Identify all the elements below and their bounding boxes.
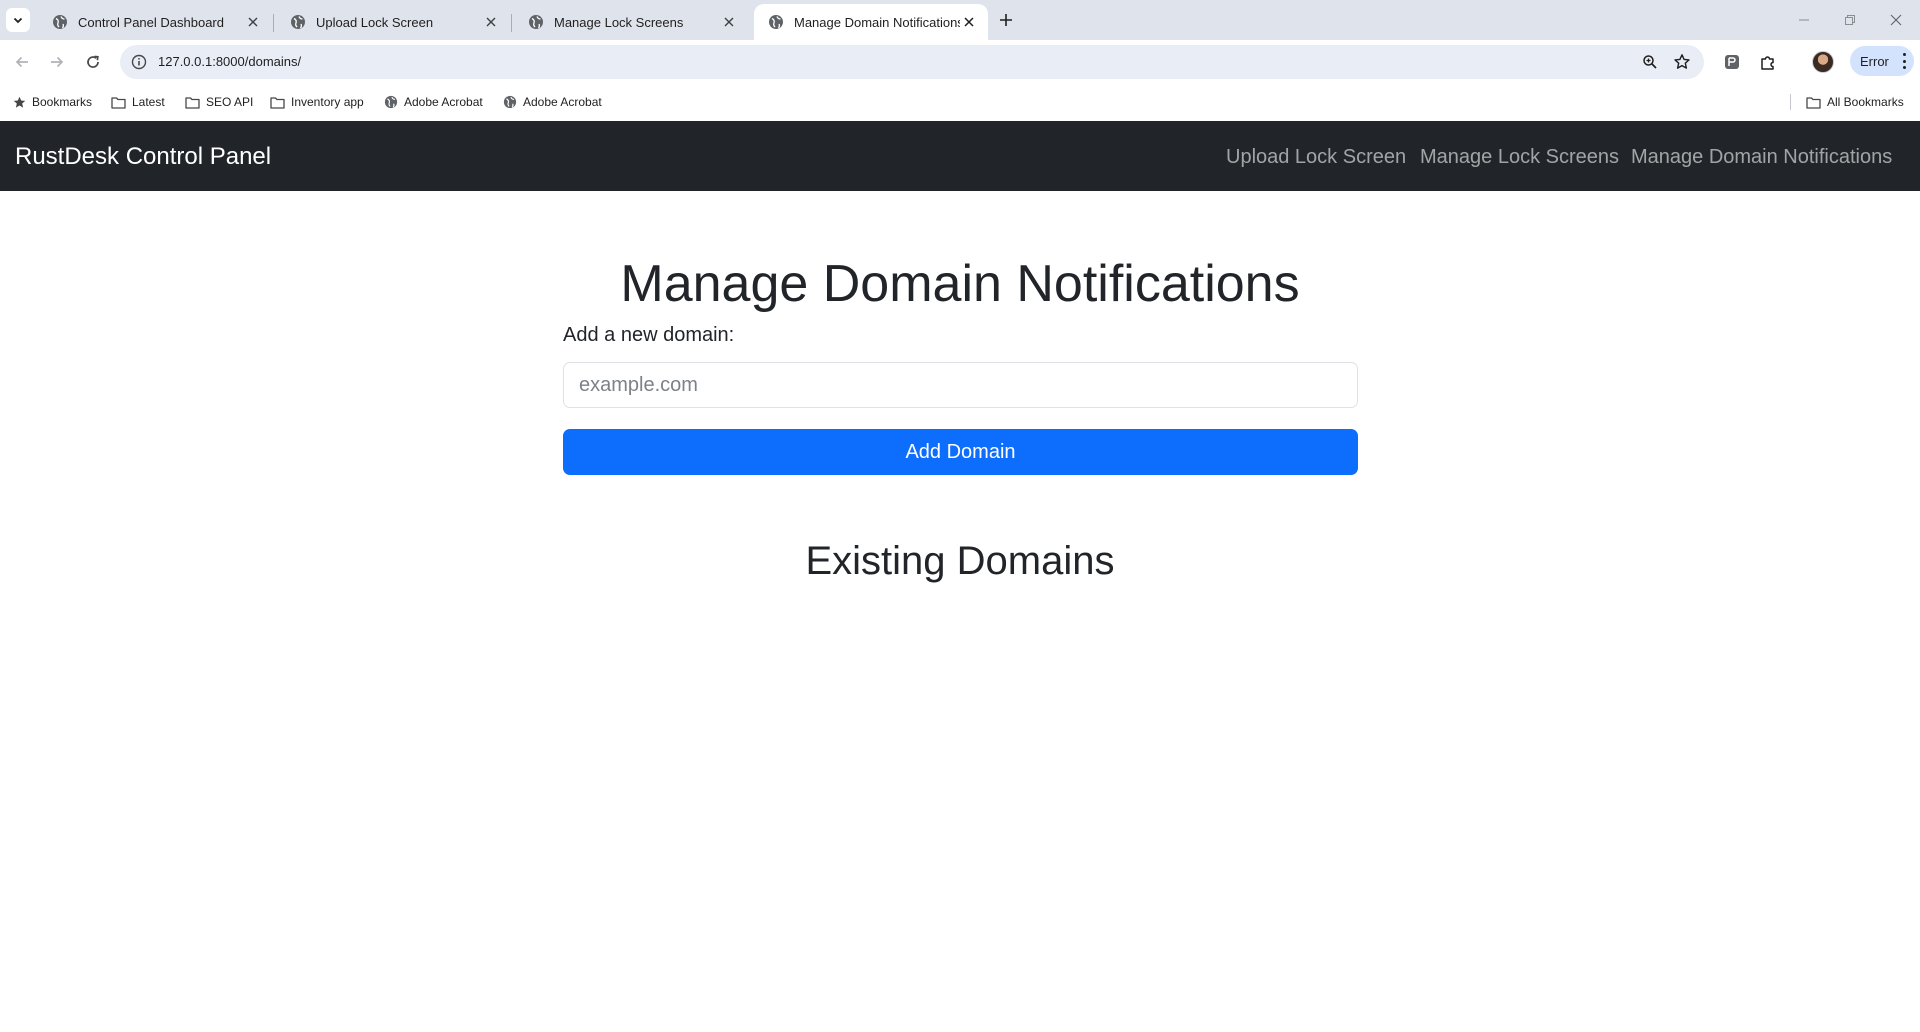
site-info-icon[interactable] [130, 53, 148, 71]
brand-link[interactable]: RustDesk Control Panel [15, 143, 271, 171]
bookmark-label: Latest [132, 95, 165, 109]
minimize-window-button[interactable] [1786, 0, 1822, 40]
browser-tab-manage-domain-notifications[interactable]: Manage Domain Notifications [754, 4, 988, 40]
close-tab-icon[interactable] [720, 13, 738, 31]
add-domain-label: Add a new domain: [563, 324, 735, 346]
folder-icon [185, 96, 200, 109]
close-tab-icon[interactable] [960, 13, 978, 31]
restore-window-button[interactable] [1832, 0, 1868, 40]
globe-icon [769, 15, 783, 29]
tab-divider [273, 14, 274, 32]
new-tab-button[interactable] [992, 8, 1020, 32]
minimize-icon [1799, 19, 1809, 21]
page-title: Manage Domain Notifications [620, 255, 1300, 313]
tab-divider [511, 14, 512, 32]
nav-link-manage-domain-notifications[interactable]: Manage Domain Notifications [1631, 146, 1892, 169]
reload-icon [87, 55, 99, 68]
more-vert-icon [1902, 53, 1906, 69]
browser-toolbar: 127.0.0.1:8000/domains/ Error [0, 40, 1920, 84]
profile-error-menu-button[interactable]: Error [1850, 46, 1914, 76]
extensions-puzzle-icon[interactable] [1756, 50, 1780, 74]
nav-link-upload-lock-screen[interactable]: Upload Lock Screen [1226, 146, 1406, 169]
bookmark-label: Adobe Acrobat [404, 95, 483, 109]
bookmark-item[interactable]: Bookmarks [13, 93, 92, 111]
profile-avatar[interactable] [1812, 51, 1834, 73]
globe-icon [53, 15, 67, 29]
bookmark-item[interactable]: Adobe Acrobat [503, 93, 602, 111]
bookmark-label: SEO API [206, 95, 254, 109]
all-bookmarks-folder[interactable]: All Bookmarks [1806, 93, 1904, 111]
folder-icon [111, 96, 126, 109]
bookmark-folder[interactable]: Inventory app [270, 93, 364, 111]
domain-input[interactable] [563, 362, 1358, 408]
tab-search-button[interactable] [6, 8, 30, 32]
bookmarks-bar: Bookmarks Latest SEO API Inventory app A… [0, 84, 1920, 120]
back-button[interactable] [10, 50, 34, 74]
chevron-down-icon [13, 17, 23, 24]
forward-button[interactable] [45, 50, 69, 74]
browser-tab-control-panel-dashboard[interactable]: Control Panel Dashboard [38, 4, 272, 40]
bookmark-label: Inventory app [291, 95, 364, 109]
globe-icon [503, 95, 517, 109]
tab-title: Manage Lock Screens [554, 14, 684, 30]
add-domain-button[interactable]: Add Domain [563, 429, 1358, 475]
browser-tab-strip: Control Panel Dashboard Upload Lock Scre… [0, 0, 1920, 40]
zoom-icon[interactable] [1640, 52, 1660, 72]
bookmark-label: Bookmarks [32, 95, 93, 109]
arrow-left-icon [15, 56, 28, 68]
profile-error-label: Error [1860, 53, 1889, 69]
reload-button[interactable] [81, 50, 105, 74]
restore-icon [1845, 15, 1855, 25]
close-tab-icon[interactable] [244, 13, 262, 31]
extension-icon[interactable] [1720, 50, 1744, 74]
nav-link-manage-lock-screens[interactable]: Manage Lock Screens [1420, 146, 1619, 169]
app-navbar: RustDesk Control Panel Upload Lock Scree… [0, 121, 1920, 191]
globe-icon [384, 95, 398, 109]
bookmark-label: Adobe Acrobat [523, 95, 602, 109]
close-icon [1890, 14, 1902, 26]
all-bookmarks-label: All Bookmarks [1827, 95, 1904, 109]
folder-icon [270, 96, 285, 109]
browser-tab-upload-lock-screen[interactable]: Upload Lock Screen [276, 4, 510, 40]
existing-domains-heading: Existing Domains [805, 539, 1115, 583]
bookmark-item[interactable]: Adobe Acrobat [384, 93, 483, 111]
plus-icon [1000, 14, 1012, 26]
url-text[interactable]: 127.0.0.1:8000/domains/ [158, 54, 301, 69]
globe-icon [291, 15, 305, 29]
tab-title: Upload Lock Screen [316, 14, 434, 30]
star-icon [13, 96, 26, 108]
bookmark-folder[interactable]: Latest [111, 93, 165, 111]
address-bar[interactable]: 127.0.0.1:8000/domains/ [120, 45, 1704, 79]
folder-icon [1806, 96, 1821, 109]
bookmarks-divider [1790, 94, 1791, 110]
tab-title: Manage Domain Notifications [794, 14, 960, 30]
bookmark-folder[interactable]: SEO API [185, 93, 253, 111]
browser-tab-manage-lock-screens[interactable]: Manage Lock Screens [514, 4, 748, 40]
arrow-right-icon [51, 56, 64, 68]
tab-title: Control Panel Dashboard [78, 14, 224, 30]
globe-icon [529, 15, 543, 29]
bookmark-star-icon[interactable] [1672, 52, 1692, 72]
close-tab-icon[interactable] [482, 13, 500, 31]
close-window-button[interactable] [1878, 0, 1914, 40]
